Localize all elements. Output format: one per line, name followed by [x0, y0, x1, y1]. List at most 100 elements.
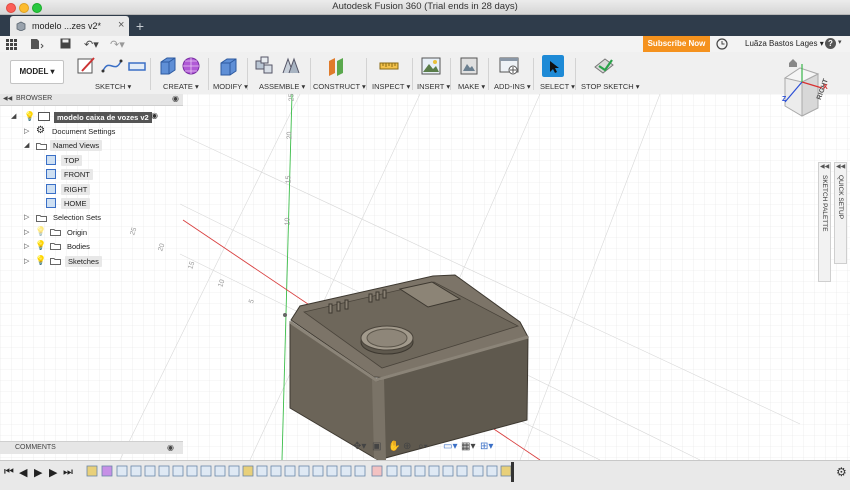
insert-menu[interactable]: INSERT ▾: [417, 82, 450, 91]
select-icon[interactable]: [542, 55, 564, 77]
grid-icon[interactable]: [6, 39, 17, 50]
expand-icon[interactable]: ▷: [24, 228, 29, 236]
lightbulb-icon[interactable]: 💡: [35, 240, 46, 251]
subscribe-now-button[interactable]: Subscribe Now: [643, 36, 710, 52]
browser-item-bodies[interactable]: Bodies: [67, 242, 90, 251]
browser-item-named-views[interactable]: Named Views: [50, 140, 103, 151]
timeline-marker[interactable]: [511, 462, 514, 482]
rectangle-icon[interactable]: [126, 55, 148, 77]
browser-title: BROWSER: [16, 95, 53, 102]
file-icon[interactable]: [30, 38, 44, 50]
expand-icon[interactable]: ▷: [24, 127, 29, 135]
fit-icon[interactable]: ⌕▾: [418, 441, 428, 452]
step-back-icon[interactable]: ◀: [19, 466, 27, 479]
browser-item-right-view[interactable]: RIGHT: [61, 184, 91, 195]
browser-item-selection-sets[interactable]: Selection Sets: [53, 213, 101, 222]
timeline-features[interactable]: [84, 464, 514, 479]
toolbar-separator: [310, 58, 311, 90]
grid-settings-icon[interactable]: ▦▾: [461, 441, 475, 452]
view-cube-z-label: Z: [782, 96, 787, 103]
help-icon[interactable]: ?: [825, 38, 836, 49]
expand-icon[interactable]: ▷: [24, 213, 29, 221]
comments-pin-icon[interactable]: ◉: [167, 443, 174, 452]
play-icon[interactable]: ▶: [34, 466, 42, 479]
joint-icon[interactable]: [280, 55, 302, 77]
browser-item-sketches[interactable]: Sketches: [65, 256, 102, 267]
collapse-quick-setup-icon[interactable]: ◀◀: [836, 163, 845, 170]
new-tab-button[interactable]: +: [131, 17, 149, 35]
browser-item-top-view[interactable]: TOP: [61, 155, 83, 166]
make-menu[interactable]: MAKE ▾: [458, 82, 485, 91]
expand-root-icon[interactable]: ◢: [11, 112, 16, 120]
comments-panel[interactable]: COMMENTS ◉: [0, 441, 183, 454]
view-icon: [46, 184, 56, 194]
browser-root-item[interactable]: modelo caixa de vozes v2: [54, 112, 152, 123]
construct-menu[interactable]: CONSTRUCT ▾: [313, 82, 366, 91]
timeline-settings-gear-icon[interactable]: ⚙: [836, 465, 847, 479]
stop-sketch-icon[interactable]: [593, 55, 615, 77]
timeline-feature-icons[interactable]: [84, 464, 514, 479]
create-menu[interactable]: CREATE ▾: [163, 82, 199, 91]
quick-setup-panel[interactable]: QUICK SETUP: [834, 162, 847, 264]
collapse-sketch-palette-icon[interactable]: ◀◀: [820, 163, 829, 170]
user-menu[interactable]: Luãza Bastos Lages ▾: [745, 39, 824, 48]
sketch-palette-panel[interactable]: SKETCH PALETTE: [818, 162, 831, 282]
toolbar-separator: [533, 58, 534, 90]
offset-plane-icon[interactable]: [325, 55, 347, 77]
workspace-selector[interactable]: MODEL ▾: [10, 60, 64, 84]
browser-item-home-view[interactable]: HOME: [61, 198, 90, 209]
go-to-end-icon[interactable]: ⏭: [63, 466, 73, 479]
tab-close-icon[interactable]: ×: [118, 19, 124, 31]
save-icon[interactable]: [60, 38, 71, 49]
add-ins-menu[interactable]: ADD-INS ▾: [494, 82, 531, 91]
expand-icon[interactable]: ▷: [24, 257, 29, 265]
view-icon: [46, 198, 56, 208]
measure-icon[interactable]: [378, 55, 400, 77]
form-icon[interactable]: [180, 55, 202, 77]
insert-image-icon[interactable]: [420, 55, 442, 77]
clock-icon[interactable]: [716, 38, 728, 50]
new-component-icon[interactable]: [254, 55, 276, 77]
folder-icon: [36, 215, 47, 222]
undo-icon[interactable]: ↶▾: [84, 38, 99, 51]
sketch-menu[interactable]: SKETCH ▾: [95, 82, 131, 91]
browser-header[interactable]: ◀◀ BROWSER ◉: [0, 94, 183, 106]
home-view-icon[interactable]: [788, 58, 798, 68]
display-settings-icon[interactable]: ▭▾: [443, 441, 457, 452]
go-to-start-icon[interactable]: ⏮: [4, 466, 14, 479]
lightbulb-icon[interactable]: 💡: [24, 111, 35, 122]
step-forward-icon[interactable]: ▶: [49, 466, 57, 479]
select-menu[interactable]: SELECT ▾: [540, 82, 575, 91]
create-sketch-icon[interactable]: [76, 55, 98, 77]
browser-pin-icon[interactable]: ◉: [172, 94, 179, 103]
browser-item-document-settings[interactable]: Document Settings: [52, 127, 115, 136]
stop-sketch-menu[interactable]: STOP SKETCH ▾: [581, 82, 640, 91]
browser-item-front-view[interactable]: FRONT: [61, 169, 93, 180]
model-viewport[interactable]: 25 20 15 10 25 20 15 10 5: [0, 94, 850, 460]
lightbulb-icon[interactable]: 💡: [35, 226, 46, 237]
redo-icon[interactable]: ↷▾: [110, 38, 125, 51]
browser-item-origin[interactable]: Origin: [67, 228, 87, 237]
assemble-menu[interactable]: ASSEMBLE ▾: [259, 82, 305, 91]
press-pull-icon[interactable]: [218, 55, 240, 77]
help-dropdown-icon[interactable]: ▾: [838, 38, 842, 46]
toolbar-separator: [208, 58, 209, 90]
document-tab[interactable]: modelo ...zes v2* ×: [10, 16, 129, 36]
scripts-addins-icon[interactable]: [498, 55, 520, 77]
spline-icon[interactable]: [101, 55, 123, 77]
zoom-icon[interactable]: ⊕: [403, 441, 411, 452]
modify-menu[interactable]: MODIFY ▾: [213, 82, 248, 91]
orbit-icon[interactable]: ✥▾: [353, 441, 366, 452]
lightbulb-icon[interactable]: 💡: [35, 255, 46, 266]
expand-icon[interactable]: ▷: [24, 242, 29, 250]
viewports-icon[interactable]: ⊞▾: [480, 441, 493, 452]
look-at-icon[interactable]: ▣: [372, 441, 381, 452]
inspect-menu[interactable]: INSPECT ▾: [372, 82, 410, 91]
3d-print-icon[interactable]: [458, 55, 480, 77]
pan-icon[interactable]: ✋: [388, 441, 400, 452]
collapse-browser-icon[interactable]: ◀◀: [3, 95, 12, 102]
collapse-icon[interactable]: ◢: [24, 141, 29, 149]
folder-icon: [50, 258, 61, 265]
extrude-icon[interactable]: [157, 55, 179, 77]
active-indicator-icon[interactable]: ◉: [151, 111, 158, 120]
